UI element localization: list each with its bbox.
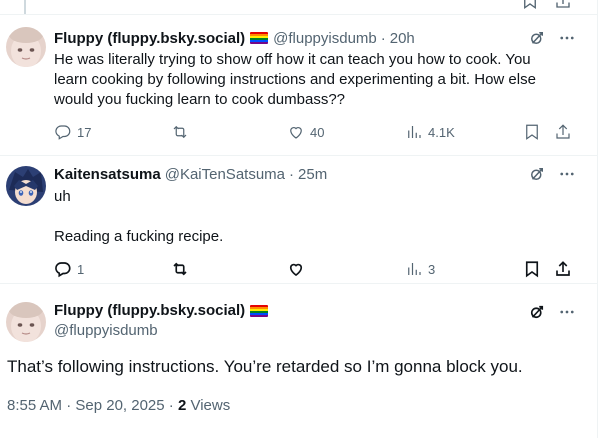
handle[interactable]: @fluppyisdumb	[54, 322, 273, 339]
like-icon	[290, 127, 302, 139]
tweet-header-actions	[528, 164, 576, 184]
rainbow-flag-icon	[250, 32, 269, 44]
share-icon[interactable]	[554, 0, 572, 10]
timestamp[interactable]: 20h	[390, 30, 415, 47]
reply-tweet[interactable]: Kaitensatsuma @KaiTenSatsuma · 25m uh Re…	[0, 156, 598, 283]
more-icon[interactable]	[558, 165, 576, 183]
tweet-text-line: Reading a fucking recipe.	[54, 228, 224, 245]
bookmark-button[interactable]	[523, 122, 541, 142]
more-icon[interactable]	[558, 29, 576, 47]
like-count: 40	[310, 124, 325, 140]
tweet-text-line: learn cooking by following instructions …	[54, 71, 536, 88]
action-bar: 17 40 4.1K	[54, 122, 576, 142]
like-button[interactable]: 40	[287, 122, 324, 142]
tweet-text-line	[54, 207, 574, 227]
retweet-button[interactable]	[171, 122, 189, 142]
reply-icon	[55, 262, 71, 278]
bookmark-icon	[526, 124, 538, 140]
share-icon	[556, 261, 570, 276]
retweet-button[interactable]	[171, 259, 189, 279]
avatar[interactable]	[6, 27, 46, 67]
separator: ·	[289, 165, 295, 183]
tweet-meta: 8:55 AM · Sep 20, 2025 · 2 Views	[7, 397, 230, 414]
share-icon	[556, 124, 570, 139]
views-icon	[408, 126, 421, 138]
tweet-text-line: would you fucking learn to cook dumbass?…	[54, 91, 346, 108]
tweet-text: He was literally trying to show off how …	[54, 50, 574, 110]
tweet-header: Fluppy (fluppy.bsky.social) @fluppyisdum…	[54, 302, 273, 339]
separator: ·	[380, 29, 386, 47]
previous-tweet-tail	[0, 0, 598, 14]
tweet-text-line: uh	[54, 188, 71, 205]
views-count: 2	[177, 397, 187, 414]
rainbow-flag-icon	[250, 304, 269, 317]
reply-icon	[55, 125, 71, 140]
separator: ·	[168, 397, 174, 414]
share-button[interactable]	[554, 259, 572, 279]
retweet-icon	[173, 125, 187, 139]
views-button[interactable]: 3	[405, 259, 435, 279]
grok-icon[interactable]	[528, 303, 546, 321]
reply-tweet[interactable]: Fluppy (fluppy.bsky.social) @fluppyisdum…	[0, 15, 598, 155]
like-icon	[289, 263, 303, 276]
avatar[interactable]	[6, 302, 46, 342]
handle[interactable]: @KaiTenSatsuma	[165, 166, 285, 183]
tweet-header-actions	[528, 302, 576, 322]
views-label: Views	[190, 397, 231, 414]
name-line: Fluppy (fluppy.bsky.social)	[54, 302, 273, 319]
views-button[interactable]: 4.1K	[405, 122, 455, 142]
display-name[interactable]: Kaitensatsuma	[54, 166, 161, 183]
timestamp[interactable]: 25m	[298, 166, 327, 183]
bookmark-button[interactable]	[523, 259, 541, 279]
avatar[interactable]	[6, 166, 46, 206]
display-name[interactable]: Fluppy (fluppy.bsky.social)	[54, 302, 245, 319]
reply-count: 17	[77, 124, 92, 140]
post-timestamp[interactable]: 8:55 AM · Sep 20, 2025	[7, 397, 165, 414]
share-button[interactable]	[554, 122, 572, 142]
thread-connector	[24, 0, 26, 14]
views-count: 4.1K	[428, 124, 455, 140]
reply-button[interactable]: 17	[54, 122, 91, 142]
views-count: 3	[428, 261, 436, 277]
views-icon	[408, 263, 421, 275]
tweet-text: uh Reading a fucking recipe.	[54, 187, 574, 247]
reply-count: 1	[77, 261, 85, 277]
tweet-text-line: He was literally trying to show off how …	[54, 51, 531, 68]
tweet-header: Fluppy (fluppy.bsky.social) @fluppyisdum…	[54, 28, 415, 48]
tweet-header-actions	[528, 28, 576, 48]
like-button[interactable]	[287, 259, 305, 279]
tweet-header: Kaitensatsuma @KaiTenSatsuma · 25m	[54, 164, 327, 184]
bookmark-icon	[525, 261, 539, 278]
focused-tweet-text: That’s following instructions. You’re re…	[7, 357, 523, 376]
display-name[interactable]: Fluppy (fluppy.bsky.social)	[54, 30, 245, 47]
handle[interactable]: @fluppyisdumb	[273, 30, 377, 47]
bookmark-icon[interactable]	[521, 0, 539, 10]
more-icon[interactable]	[558, 303, 576, 321]
action-bar: 1 3	[54, 259, 576, 279]
grok-icon[interactable]	[528, 165, 546, 183]
grok-icon[interactable]	[528, 29, 546, 47]
reply-button[interactable]: 1	[54, 259, 84, 279]
retweet-icon	[173, 262, 187, 276]
